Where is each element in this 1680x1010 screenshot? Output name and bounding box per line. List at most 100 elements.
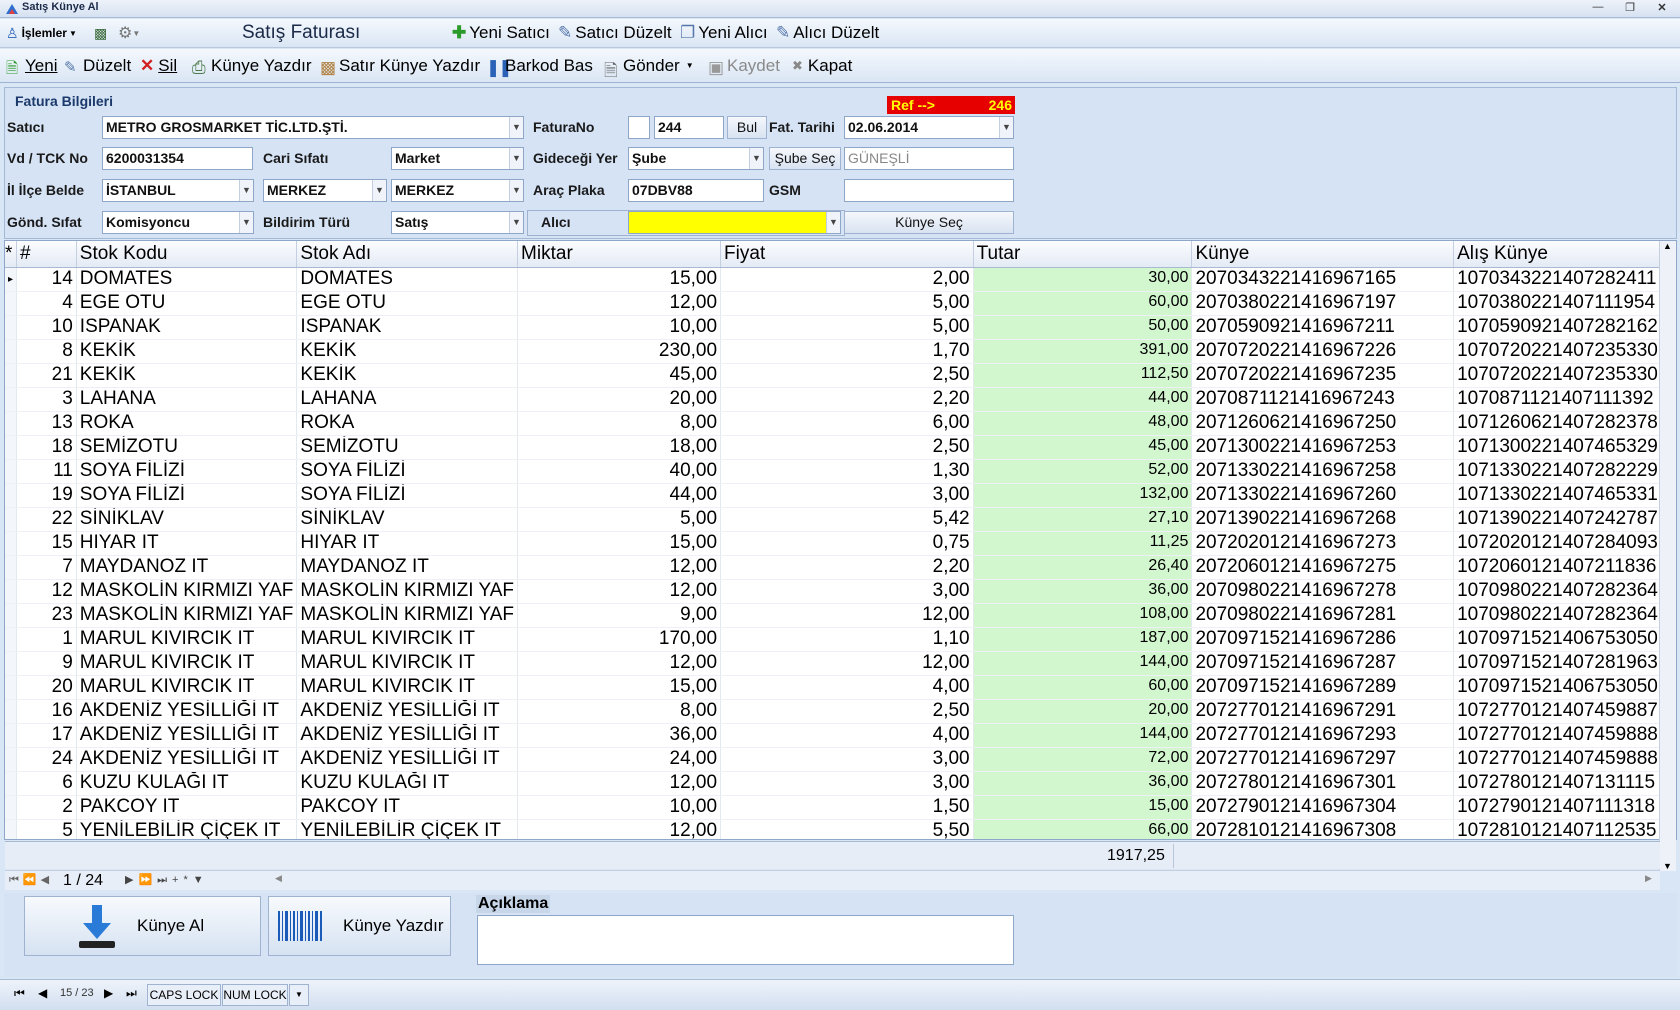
stok-adi-cell[interactable]: AKDENİZ YESİLLİĞİ IT	[296, 747, 519, 772]
chevron-down-icon[interactable]: ▼	[289, 984, 309, 1006]
stok-kodu-cell[interactable]: AKDENİZ YESİLLİĞİ IT	[76, 723, 298, 748]
stok-adi-cell[interactable]: KUZU KULAĞI IT	[296, 771, 519, 796]
stok-kodu-cell[interactable]: DOMATES	[76, 267, 298, 292]
table-row[interactable]: 1 MARUL KIVIRCIK IT MARUL KIVIRCIK IT 170,0…	[5, 627, 1676, 652]
table-row[interactable]: 7 MAYDANOZ IT MAYDANOZ IT 12,00 2,20 26,40 207…	[5, 555, 1676, 580]
tutar-cell[interactable]: 30,00	[973, 267, 1193, 292]
row-no-cell[interactable]: 7	[16, 555, 77, 580]
kunye-al-button[interactable]: Künye Al	[24, 896, 261, 956]
nav-next-last-icons[interactable]: ▶⏩⏭+*▼	[125, 873, 209, 887]
row-indicator[interactable]	[5, 795, 18, 820]
kunye-yazdir-big-button[interactable]: Künye Yazdır	[268, 896, 451, 956]
stok-adi-cell[interactable]: YENİLEBİLİR ÇİÇEK IT	[296, 819, 519, 839]
last-record-icon[interactable]: ⏭	[126, 986, 137, 1001]
tutar-cell[interactable]: 44,00	[973, 387, 1193, 412]
fiyat-cell[interactable]: 5,50	[720, 819, 974, 839]
stok-kodu-cell[interactable]: MAYDANOZ IT	[76, 555, 298, 580]
fiyat-cell[interactable]: 12,00	[720, 651, 974, 676]
row-indicator[interactable]	[5, 483, 18, 508]
hscroll-left-icon[interactable]: ◀	[275, 873, 282, 884]
gonder-button[interactable]: 🗎 Gönder ▼	[604, 49, 694, 82]
row-no-cell[interactable]: 9	[16, 651, 77, 676]
row-no-cell[interactable]: 13	[16, 411, 77, 436]
stok-kodu-cell[interactable]: PAKCOY IT	[76, 795, 298, 820]
stok-adi-cell[interactable]: MAYDANOZ IT	[296, 555, 519, 580]
column-header[interactable]: Künye	[1191, 241, 1455, 268]
fiyat-cell[interactable]: 3,00	[720, 579, 974, 604]
sube-sec-button[interactable]: Şube Seç	[769, 147, 841, 170]
chevron-down-icon[interactable]: ▼	[509, 148, 523, 169]
alis-kunye-cell[interactable]: 1072780121407131115	[1453, 771, 1676, 796]
miktar-cell[interactable]: 12,00	[517, 819, 722, 839]
chevron-down-icon[interactable]: ▼	[749, 148, 763, 169]
fiyat-cell[interactable]: 2,20	[720, 555, 974, 580]
stok-adi-cell[interactable]: EGE OTU	[296, 291, 519, 316]
kunye-cell[interactable]: 2070971521416967286	[1191, 627, 1455, 652]
chevron-down-icon[interactable]: ▼	[239, 212, 253, 233]
row-indicator[interactable]	[5, 579, 18, 604]
plaka-field[interactable]: 07DBV88	[628, 179, 764, 202]
miktar-cell[interactable]: 12,00	[517, 771, 722, 796]
stok-adi-cell[interactable]: AKDENİZ YESİLLİĞİ IT	[296, 699, 519, 724]
row-no-cell[interactable]: 10	[16, 315, 77, 340]
alis-kunye-cell[interactable]: 1070980221407282364	[1453, 579, 1676, 604]
miktar-cell[interactable]: 170,00	[517, 627, 722, 652]
miktar-cell[interactable]: 15,00	[517, 267, 722, 292]
stok-adi-cell[interactable]: MARUL KIVIRCIK IT	[296, 675, 519, 700]
tutar-cell[interactable]: 187,00	[973, 627, 1193, 652]
row-no-cell[interactable]: 24	[16, 747, 77, 772]
row-indicator[interactable]	[5, 411, 18, 436]
chevron-down-icon[interactable]: ▼	[999, 117, 1013, 138]
chevron-down-icon[interactable]: ▼	[826, 212, 840, 233]
row-no-cell[interactable]: 4	[16, 291, 77, 316]
row-indicator[interactable]	[5, 531, 18, 556]
alis-kunye-cell[interactable]: 1071330221407465331	[1453, 483, 1676, 508]
stok-adi-cell[interactable]: SOYA FİLİZİ	[296, 483, 519, 508]
tutar-cell[interactable]: 50,00	[973, 315, 1193, 340]
row-no-cell[interactable]: 18	[16, 435, 77, 460]
miktar-cell[interactable]: 24,00	[517, 747, 722, 772]
kunye-cell[interactable]: 2070871121416967243	[1191, 387, 1455, 412]
miktar-cell[interactable]: 8,00	[517, 699, 722, 724]
table-row[interactable]: 24 AKDENİZ YESİLLİĞİ IT AKDENİZ YESİLLİĞİ …	[5, 747, 1676, 772]
table-row[interactable]: 10 ISPANAK ISPANAK 10,00 5,00 50,00 2070590921…	[5, 315, 1676, 340]
row-indicator[interactable]	[5, 315, 18, 340]
yeni-satici-button[interactable]: ✚ Yeni Satıcı	[452, 19, 550, 47]
tutar-cell[interactable]: 15,00	[973, 795, 1193, 820]
tutar-cell[interactable]: 144,00	[973, 723, 1193, 748]
stok-kodu-cell[interactable]: LAHANA	[76, 387, 298, 412]
fiyat-cell[interactable]: 12,00	[720, 603, 974, 628]
stok-kodu-cell[interactable]: HIYAR IT	[76, 531, 298, 556]
alis-kunye-cell[interactable]: 1072770121407459888	[1453, 747, 1676, 772]
alis-kunye-cell[interactable]: 1070343221407282411	[1453, 267, 1676, 292]
tutar-cell[interactable]: 60,00	[973, 675, 1193, 700]
bul-button[interactable]: Bul	[727, 116, 767, 139]
kunye-cell[interactable]: 2070343221416967165	[1191, 267, 1455, 292]
column-header[interactable]: Alış Künye	[1453, 241, 1676, 268]
ilce-combo[interactable]: MERKEZ ▼	[263, 179, 387, 202]
column-header[interactable]: Stok Adı	[296, 241, 519, 268]
tutar-cell[interactable]: 112,50	[973, 363, 1193, 388]
restore-button[interactable]: ❐	[1618, 1, 1642, 16]
stok-kodu-cell[interactable]: YENİLEBİLİR ÇİÇEK IT	[76, 819, 298, 839]
kunye-cell[interactable]: 2072780121416967301	[1191, 771, 1455, 796]
column-header[interactable]: Fiyat	[720, 241, 974, 268]
row-no-cell[interactable]: 1	[16, 627, 77, 652]
il-combo[interactable]: İSTANBUL ▼	[102, 179, 254, 202]
table-row[interactable]: 4 EGE OTU EGE OTU 12,00 5,00 60,00 20703802214…	[5, 291, 1676, 316]
stok-kodu-cell[interactable]: ROKA	[76, 411, 298, 436]
kunye-cell[interactable]: 2070720221416967226	[1191, 339, 1455, 364]
alici-combo[interactable]: ▼	[628, 211, 841, 234]
tutar-cell[interactable]: 60,00	[973, 291, 1193, 316]
stok-adi-cell[interactable]: MASKOLİN KIRMIZI YAF	[296, 579, 519, 604]
miktar-cell[interactable]: 9,00	[517, 603, 722, 628]
kunye-cell[interactable]: 2071260621416967250	[1191, 411, 1455, 436]
row-indicator[interactable]	[5, 339, 18, 364]
alis-kunye-cell[interactable]: 1070971521406753050	[1453, 627, 1676, 652]
miktar-cell[interactable]: 44,00	[517, 483, 722, 508]
alis-kunye-cell[interactable]: 1071260621407282378	[1453, 411, 1676, 436]
satir-kunye-yazdir-button[interactable]: ▩ Satır Künye Yazdır	[320, 49, 480, 82]
table-row[interactable]: 5 YENİLEBİLİR ÇİÇEK IT YENİLEBİLİR ÇİÇEK I…	[5, 819, 1676, 839]
stok-adi-cell[interactable]: AKDENİZ YESİLLİĞİ IT	[296, 723, 519, 748]
fiyat-cell[interactable]: 0,75	[720, 531, 974, 556]
